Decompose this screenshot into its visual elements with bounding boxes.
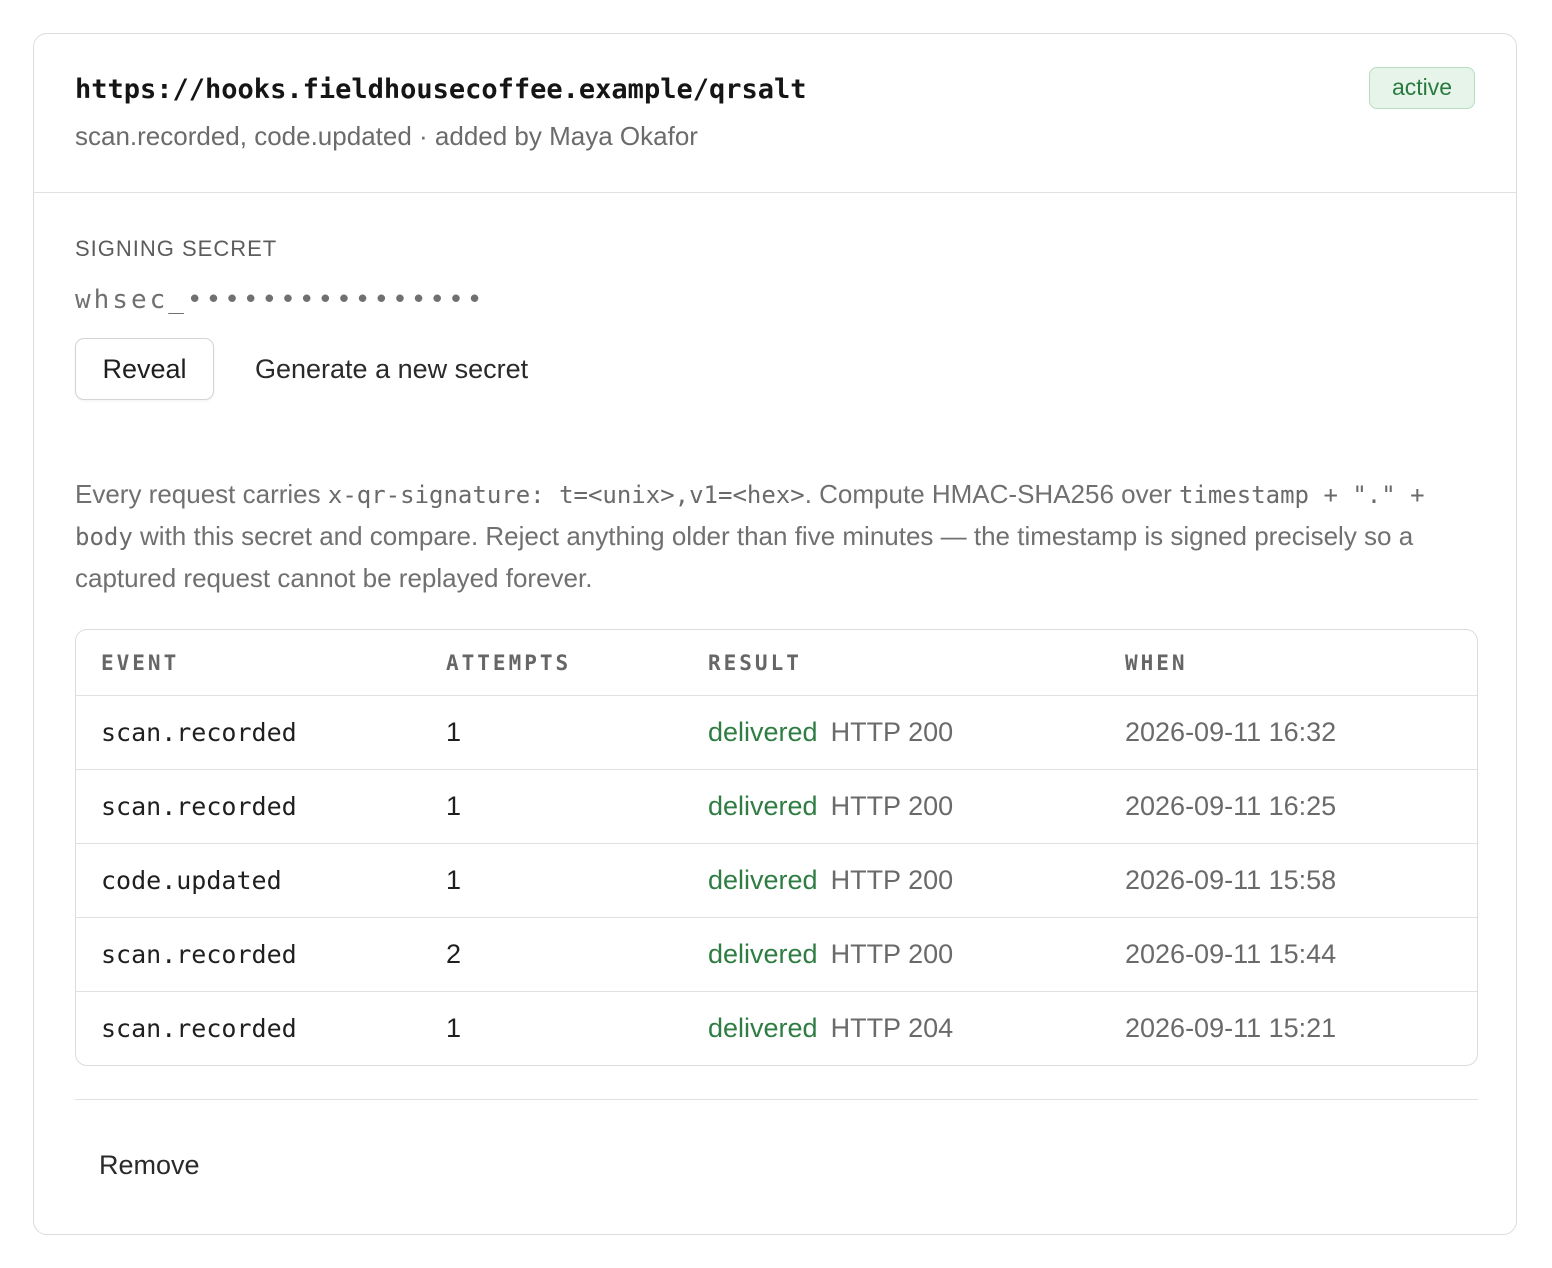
- column-header-attempts: ATTEMPTS: [446, 630, 708, 696]
- attempts-cell: 1: [446, 769, 708, 844]
- table-row: scan.recorded 2 delivered HTTP 200 2026-0…: [76, 917, 1477, 992]
- result-cell: delivered HTTP 204: [708, 992, 1125, 1066]
- when-cell: 2026-09-11 15:44: [1125, 917, 1477, 992]
- table-row: scan.recorded 1 delivered HTTP 200 2026-0…: [76, 695, 1477, 770]
- signature-description: Every request carries x-qr-signature: t=…: [75, 474, 1477, 599]
- attempts-cell: 1: [446, 1013, 462, 1043]
- attempts-cell: 1: [446, 843, 708, 918]
- table-row: scan.recorded 1 delivered HTTP 200 2026-0…: [76, 769, 1477, 844]
- status-badge: active: [1369, 67, 1475, 109]
- column-header-result: RESULT: [708, 630, 1125, 696]
- result-status: delivered: [708, 865, 818, 895]
- event-cell: scan.recorded: [101, 1014, 297, 1043]
- column-header-when: WHEN: [1125, 630, 1477, 696]
- http-status: HTTP 200: [830, 791, 954, 821]
- event-cell: code.updated: [76, 843, 446, 918]
- when-cell: 2026-09-11 16:25: [1125, 769, 1477, 844]
- result-status: delivered: [708, 791, 818, 821]
- webhook-url: https://hooks.fieldhousecoffee.example/q…: [75, 74, 807, 105]
- signing-secret-value: whsec_••••••••••••••••: [75, 285, 486, 315]
- desc-text-3: with this secret and compare. Reject any…: [75, 521, 1414, 593]
- when-cell: 2026-09-11 16:32: [1125, 695, 1477, 770]
- http-status: HTTP 204: [830, 1013, 954, 1043]
- signing-secret-label: SIGNING SECRET: [75, 236, 278, 261]
- footer-divider: [75, 1099, 1478, 1100]
- when-cell: 2026-09-11 15:58: [1125, 843, 1477, 918]
- event-cell: scan.recorded: [76, 917, 446, 992]
- result-cell: delivered HTTP 200: [708, 695, 1125, 770]
- result-cell: delivered HTTP 200: [708, 917, 1125, 992]
- table-row: scan.recorded 1 delivered HTTP 204 2026-0…: [76, 992, 1477, 1066]
- remove-button[interactable]: Remove: [99, 1140, 200, 1190]
- column-header-event: EVENT: [76, 630, 446, 696]
- attempts-cell: 1: [446, 695, 708, 770]
- result-status: delivered: [708, 939, 818, 969]
- result-status: delivered: [708, 1013, 818, 1043]
- event-cell: scan.recorded: [76, 695, 446, 770]
- http-status: HTTP 200: [830, 939, 954, 969]
- desc-code-header: x-qr-signature: t=<unix>,v1=<hex>: [327, 481, 805, 509]
- deliveries-table: EVENT ATTEMPTS RESULT WHEN scan.recorded…: [75, 629, 1478, 1066]
- result-status: delivered: [708, 717, 818, 747]
- desc-text-1: Every request carries: [75, 479, 328, 509]
- generate-secret-button[interactable]: Generate a new secret: [255, 338, 528, 400]
- table-row: code.updated 1 delivered HTTP 200 2026-09…: [76, 843, 1477, 918]
- webhook-header: https://hooks.fieldhousecoffee.example/q…: [34, 34, 1516, 193]
- when-cell: 2026-09-11 15:21: [1125, 1013, 1337, 1043]
- webhook-meta: scan.recorded, code.updated · added by M…: [75, 121, 698, 151]
- webhook-card: https://hooks.fieldhousecoffee.example/q…: [33, 33, 1517, 1235]
- table-header-row: EVENT ATTEMPTS RESULT WHEN: [76, 630, 1477, 696]
- event-cell: scan.recorded: [76, 769, 446, 844]
- attempts-cell: 2: [446, 917, 708, 992]
- http-status: HTTP 200: [830, 717, 954, 747]
- reveal-button[interactable]: Reveal: [75, 338, 214, 400]
- http-status: HTTP 200: [830, 865, 954, 895]
- result-cell: delivered HTTP 200: [708, 843, 1125, 918]
- result-cell: delivered HTTP 200: [708, 769, 1125, 844]
- desc-text-2: . Compute HMAC-SHA256 over: [804, 479, 1179, 509]
